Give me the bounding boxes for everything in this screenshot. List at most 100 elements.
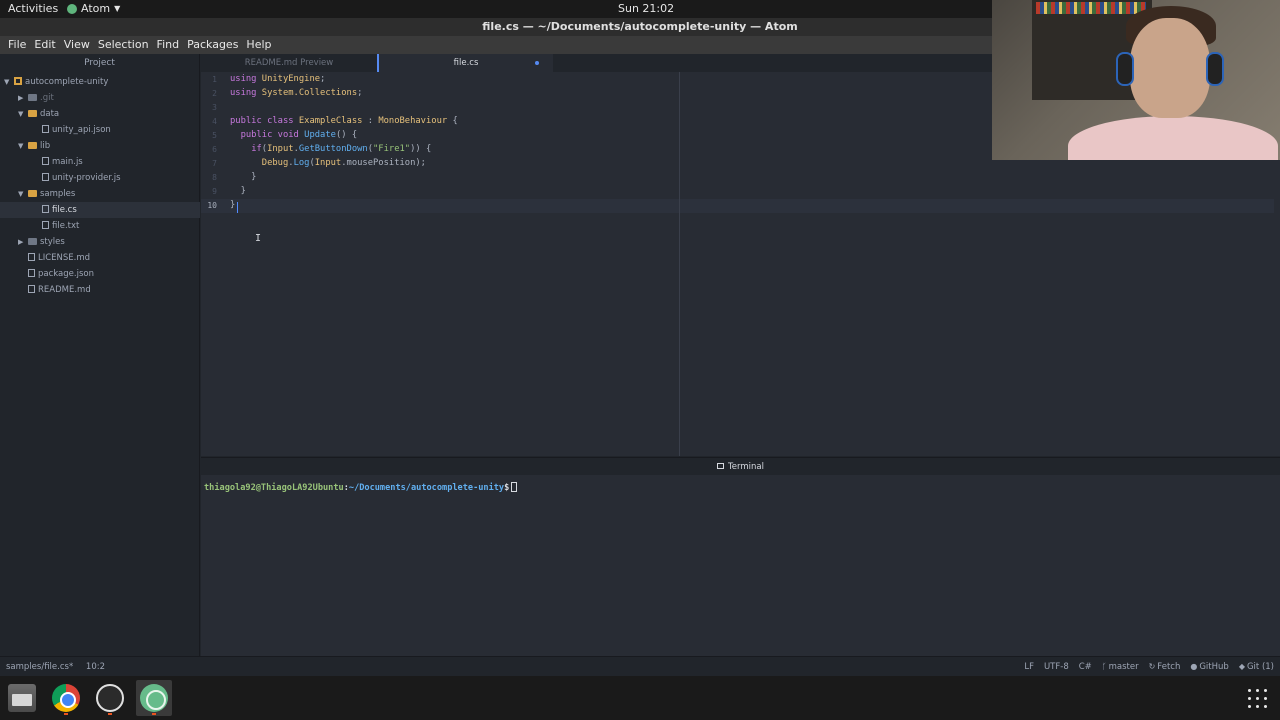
status-branch[interactable]: ᚴ master: [1102, 657, 1139, 677]
project-tree-view: Project ▼ autocomplete-unity ▶ .git ▼ data uni…: [0, 54, 200, 656]
activities-button[interactable]: Activities: [8, 2, 58, 15]
tree-item-file-txt[interactable]: file.txt: [0, 218, 200, 234]
webcam-overlay: [992, 0, 1280, 160]
branch-icon: ᚴ: [1101, 662, 1107, 671]
app-menu-label: Atom: [81, 2, 111, 15]
tree-item-git[interactable]: ▶ .git: [0, 90, 200, 106]
dock-chrome[interactable]: [48, 680, 84, 716]
dock-obs[interactable]: [92, 680, 128, 716]
github-icon: ●: [1190, 662, 1198, 671]
status-line-ending[interactable]: LF: [1024, 657, 1034, 677]
tree-item-lib[interactable]: ▼ lib: [0, 138, 200, 154]
tree-item-styles[interactable]: ▶ styles: [0, 234, 200, 250]
file-icon: [28, 253, 35, 261]
running-indicator: [64, 713, 68, 715]
tree-item-label: unity_api.json: [52, 125, 111, 135]
tree-item-license-md[interactable]: LICENSE.md: [0, 250, 200, 266]
show-applications-grid-icon[interactable]: [1248, 689, 1268, 709]
status-fetch[interactable]: ↻ Fetch: [1149, 657, 1181, 677]
tree-item-data[interactable]: ▼ data: [0, 106, 200, 122]
code-token: using: [230, 88, 262, 98]
file-icon: [42, 173, 49, 181]
tree-item-label: unity-provider.js: [52, 173, 121, 183]
menu-selection[interactable]: Selection: [94, 36, 153, 54]
code-token: ;: [320, 74, 326, 84]
running-indicator: [108, 713, 112, 715]
tree-item-main-js[interactable]: main.js: [0, 154, 200, 170]
tree-item-unity-api-json[interactable]: unity_api.json: [0, 122, 200, 138]
tree-item-autocomplete-unity[interactable]: ▼ autocomplete-unity: [0, 74, 200, 90]
status-git[interactable]: ◆ Git (1): [1239, 657, 1274, 677]
code-token: UnityEngine: [261, 74, 321, 84]
folder-icon: [28, 238, 37, 245]
menu-view[interactable]: View: [60, 36, 94, 54]
code-token: )) {: [410, 144, 432, 154]
status-grammar[interactable]: C#: [1079, 657, 1092, 677]
code-token: public void: [240, 130, 305, 140]
status-file-path[interactable]: samples/file.cs*: [6, 662, 73, 672]
code-token: Input: [267, 144, 294, 154]
menu-edit[interactable]: Edit: [30, 36, 59, 54]
chrome-app-icon: [52, 684, 80, 712]
tree-item-package-json[interactable]: package.json: [0, 266, 200, 282]
status-github[interactable]: ● GitHub: [1190, 657, 1228, 677]
mouse-ibeam-icon: I: [255, 233, 262, 244]
menu-packages[interactable]: Packages: [183, 36, 242, 54]
code-line: using UnityEngine;: [230, 74, 325, 84]
app-menu[interactable]: Atom ▼: [67, 2, 120, 15]
repo-icon: [14, 77, 22, 85]
code-token: System.Collections: [261, 88, 358, 98]
tree-item-readme-md[interactable]: README.md: [0, 282, 200, 298]
modified-indicator-icon[interactable]: [535, 61, 539, 65]
books: [1036, 2, 1146, 14]
tab-file-cs[interactable]: file.cs: [377, 54, 553, 72]
line-number: 8: [212, 173, 217, 182]
chevron-down-icon: ▼: [4, 78, 10, 86]
terminal-panel[interactable]: thiagola92@ThiagoLA92Ubuntu:~/Documents/…: [201, 475, 1280, 656]
code-token: GetButtonDown: [298, 144, 368, 154]
tree-item-unity-provider-js[interactable]: unity-provider.js: [0, 170, 200, 186]
code-token: Update: [304, 130, 336, 140]
terminal-icon: [717, 463, 725, 469]
code-token: .mousePosition);: [341, 158, 426, 168]
menu-file[interactable]: File: [4, 36, 30, 54]
github-label: GitHub: [1199, 662, 1229, 672]
line-number: 2: [212, 89, 217, 98]
code-token: if: [251, 144, 262, 154]
code-line: }: [230, 200, 235, 210]
prompt-user-host: thiagola92@ThiagoLA92Ubuntu: [204, 483, 344, 493]
atom-app-icon: [67, 3, 77, 14]
line-number: 3: [212, 103, 217, 112]
chevron-right-icon: ▶: [18, 94, 24, 102]
status-encoding[interactable]: UTF-8: [1044, 657, 1069, 677]
tree-item-samples[interactable]: ▼ samples: [0, 186, 200, 202]
tree-item-label: lib: [40, 141, 51, 151]
tab-label: file.cs: [453, 58, 479, 68]
chevron-right-icon: ▶: [18, 238, 24, 246]
tree-item-file-cs[interactable]: file.cs: [0, 202, 200, 218]
desktop: Activities Atom ▼ Sun 21:02 file.cs — ~/…: [0, 0, 1280, 720]
tree-item-label: file.txt: [52, 221, 80, 231]
tab-readme-preview[interactable]: README.md Preview: [201, 54, 377, 72]
code-token: MonoBehaviour: [378, 116, 448, 126]
sync-icon: ↻: [1148, 662, 1156, 671]
tree-item-label: README.md: [38, 285, 91, 295]
cursor-line-highlight: [201, 199, 1274, 213]
dock-files[interactable]: [4, 680, 40, 716]
dock-atom[interactable]: [136, 680, 172, 716]
code-token: }: [230, 200, 236, 210]
menu-help[interactable]: Help: [242, 36, 275, 54]
tree-item-label: data: [40, 109, 60, 119]
status-cursor-position[interactable]: 10:2: [86, 662, 105, 672]
clock[interactable]: Sun 21:02: [618, 2, 674, 15]
terminal-panel-header[interactable]: Terminal: [201, 457, 1280, 475]
headset-right-icon: [1206, 52, 1224, 86]
git-label: Git (1): [1246, 662, 1274, 672]
menu-find[interactable]: Find: [153, 36, 184, 54]
code-token: Log: [293, 158, 310, 168]
code-token: public class: [230, 116, 299, 126]
taskbar-dock: [0, 676, 1280, 720]
line-number: 1: [212, 75, 217, 84]
terminal-prompt: thiagola92@ThiagoLA92Ubuntu:~/Documents/…: [204, 482, 518, 493]
